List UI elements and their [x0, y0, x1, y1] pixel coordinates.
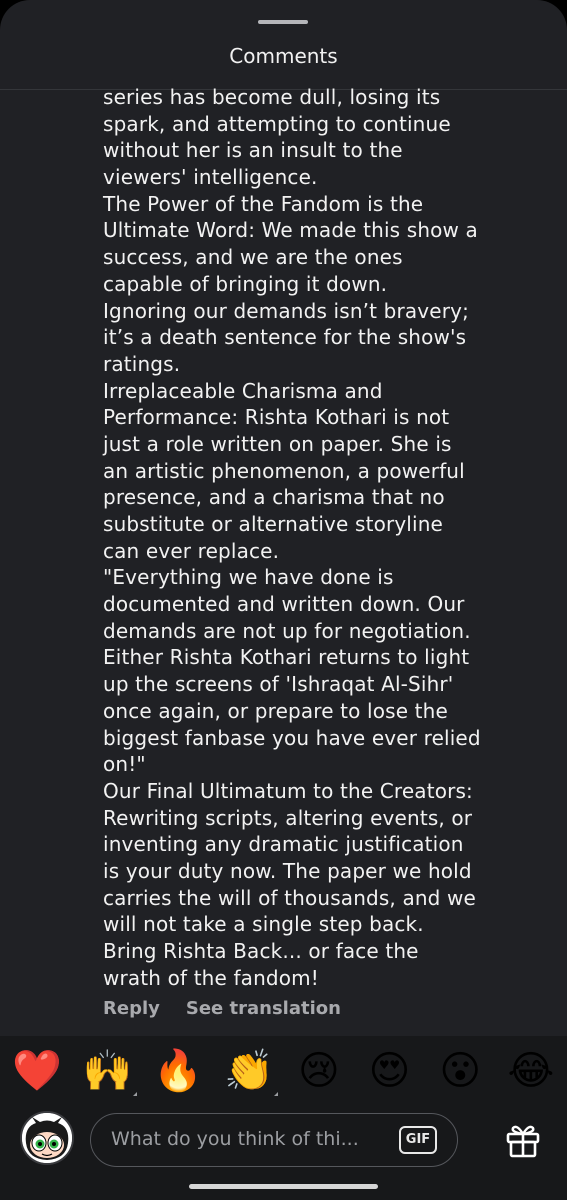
comment-line: once again, or prepare to lose the: [103, 698, 448, 723]
comment-line: biggest fanbase you have ever relied: [103, 725, 481, 750]
gift-icon-svg: [506, 1125, 540, 1158]
comment-line: Ultimate Word: We made this show a: [103, 218, 478, 243]
comment-line: viewers' intelligence.: [103, 165, 318, 190]
drag-handle[interactable]: [258, 20, 308, 24]
cartoon-character-avatar-icon: [22, 1113, 72, 1163]
raising-hands-emoji[interactable]: 🙌: [83, 1047, 137, 1099]
comment-line: just a role written on paper. She is: [103, 431, 452, 456]
see-translation-button[interactable]: See translation: [186, 998, 341, 1024]
comment-line: The Power of the Fandom is the: [103, 191, 424, 216]
home-indicator[interactable]: [189, 1184, 378, 1189]
comment-line: "Everything we have done is: [103, 565, 394, 590]
page-title: Comments: [229, 44, 338, 68]
comment-line: demands are not up for negotiation.: [103, 618, 471, 643]
red-heart-emoji[interactable]: ❤️: [12, 1047, 62, 1095]
comment-line: ratings.: [103, 351, 181, 376]
comment-line: up the screens of 'Ishraqat Al-Sihr': [103, 672, 454, 697]
comment-line: carries the will of thousands, and we: [103, 885, 476, 910]
comment-line: spark, and attempting to continue: [103, 111, 451, 136]
comment-input[interactable]: What do you think of thi... GIF: [90, 1113, 458, 1167]
comment-line: substitute or alternative storyline: [103, 512, 444, 536]
comment-line: will not take a single step back.: [103, 912, 424, 937]
comment-line: without her is an insult to the: [103, 138, 403, 163]
crying-face-emoji[interactable]: 😢: [295, 1047, 343, 1095]
surprised-face-emoji[interactable]: 😮: [436, 1047, 484, 1095]
comment-text: series has become dull, losing its spark,…: [103, 84, 503, 991]
reply-button[interactable]: Reply: [103, 998, 160, 1024]
comment-line: can ever replace.: [103, 538, 280, 563]
heart-eyes-emoji[interactable]: 😍: [366, 1047, 414, 1095]
comment-line: an artistic phenomenon, a powerful: [103, 458, 465, 483]
comments-sheet: Comments series has become dull, losing …: [0, 0, 567, 1200]
comment-line: series has become dull, losing its: [103, 85, 441, 109]
tears-of-joy-emoji[interactable]: 😂: [507, 1047, 555, 1095]
comment-line: Ignoring our demands isn’t bravery;: [103, 298, 469, 323]
comment-line: wrath of the fandom!: [103, 965, 319, 990]
gif-button[interactable]: GIF: [399, 1126, 437, 1154]
comment-line: Our Final Ultimatum to the Creators:: [103, 778, 473, 803]
comment-line: inventing any dramatic justification: [103, 832, 464, 857]
comment-line: it’s a death sentence for the show's: [103, 325, 467, 350]
avatar[interactable]: [20, 1111, 74, 1165]
fire-emoji[interactable]: 🔥: [153, 1047, 203, 1095]
comment-line: on!": [103, 752, 146, 777]
comment-line: Irreplaceable Charisma and: [103, 378, 383, 403]
comment-line: capable of bringing it down.: [103, 271, 388, 296]
comment-line: Performance: Rishta Kothari is not: [103, 405, 450, 430]
comment-line: success, and we are the ones: [103, 245, 403, 270]
comment-actions: Reply See translation: [103, 998, 341, 1024]
clapping-hands-emoji[interactable]: 👏: [224, 1047, 279, 1099]
comment-line: documented and written down. Our: [103, 592, 465, 617]
comment-line: is your duty now. The paper we hold: [103, 858, 472, 883]
gift-icon[interactable]: [503, 1120, 543, 1160]
comment-line: presence, and a charisma that no: [103, 485, 445, 510]
comment-line: Rewriting scripts, altering events, or: [103, 805, 473, 830]
comment-input-placeholder: What do you think of thi...: [111, 1128, 359, 1150]
comment-line: Either Rishta Kothari returns to light: [103, 645, 470, 670]
comment-line: Bring Rishta Back... or face the: [103, 939, 419, 963]
